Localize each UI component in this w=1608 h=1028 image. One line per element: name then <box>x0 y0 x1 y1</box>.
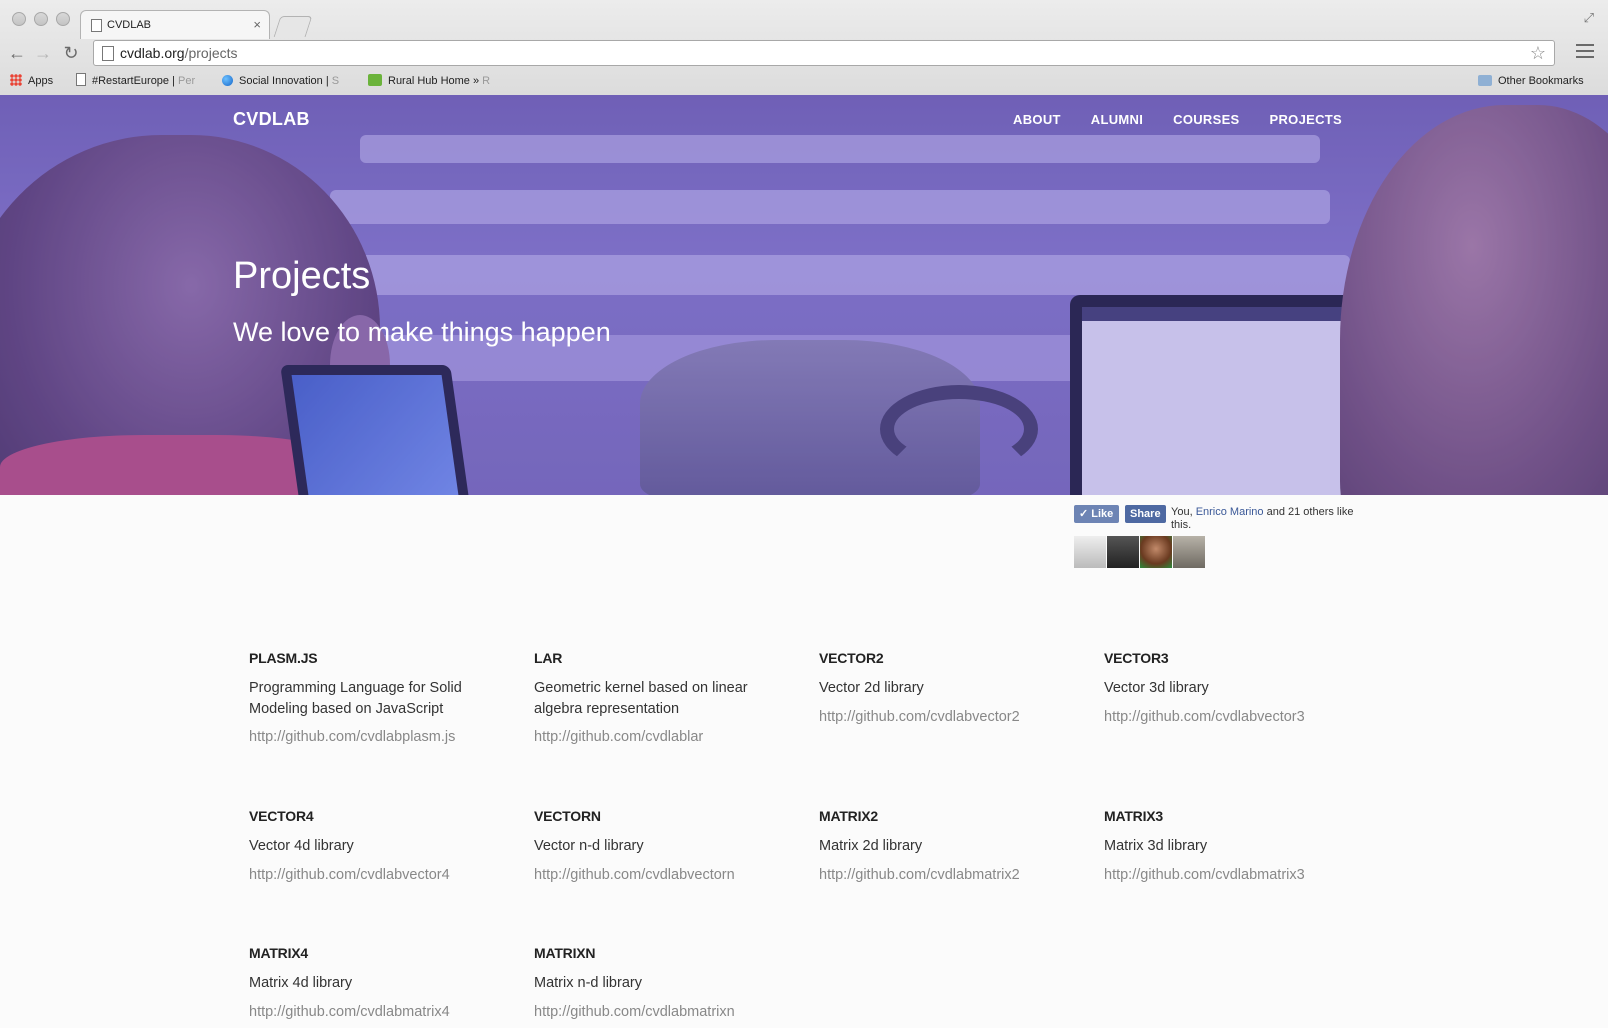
apps-grid-icon <box>10 74 22 86</box>
project-name: VECTORN <box>534 808 601 824</box>
window-controls <box>12 12 70 26</box>
url-host: cvdlab.org <box>120 45 185 61</box>
project-card: MATRIX2 Matrix 2d library http://github.… <box>819 808 1069 883</box>
menu-icon[interactable] <box>1576 44 1594 62</box>
fullscreen-icon[interactable]: ⤢ <box>1584 10 1594 26</box>
page-icon <box>76 73 86 86</box>
facebook-friend-faces <box>1074 536 1206 568</box>
project-card: PLASM.JS Programming Language for Solid … <box>249 650 499 745</box>
project-card: VECTOR4 Vector 4d library http://github.… <box>249 808 499 883</box>
project-link[interactable]: http://github.com/cvdlabmatrix4 <box>249 1004 499 1020</box>
minimize-window-button[interactable] <box>34 12 48 26</box>
url-path: /projects <box>184 45 238 61</box>
project-description: Matrix n-d library <box>534 975 642 991</box>
project-link[interactable]: http://github.com/cvdlabvector4 <box>249 867 499 883</box>
project-link[interactable]: http://github.com/cvdlabvector3 <box>1104 709 1354 725</box>
project-name: PLASM.JS <box>249 650 318 666</box>
facebook-share-button[interactable]: Share <box>1125 505 1166 523</box>
hero-banner: CVDLAB ABOUT ALUMNI COURSES PROJECTS Pro… <box>0 95 1608 495</box>
project-link[interactable]: http://github.com/cvdlabmatrix3 <box>1104 867 1354 883</box>
site-nav: ABOUT ALUMNI COURSES PROJECTS <box>1013 112 1342 127</box>
project-description: Vector n-d library <box>534 838 644 854</box>
folder-icon <box>1478 75 1492 86</box>
project-card: LAR Geometric kernel based on linear alg… <box>534 650 784 745</box>
bookmark-star-icon[interactable]: ☆ <box>1530 41 1546 65</box>
forward-arrow-icon[interactable]: → <box>32 40 54 66</box>
toolbar: ← → ↻ cvdlab.org/projects ☆ <box>0 40 1608 66</box>
project-name: LAR <box>534 650 563 666</box>
project-description: Geometric kernel based on linear algebra… <box>534 680 748 717</box>
new-tab-button[interactable] <box>273 16 313 37</box>
project-link[interactable]: http://github.com/cvdlabvectorn <box>534 867 784 883</box>
project-card: MATRIXN Matrix n-d library http://github… <box>534 945 784 1020</box>
bookmark-apps[interactable]: Apps <box>10 70 53 92</box>
project-description: Matrix 2d library <box>819 838 923 854</box>
facebook-like-text: You, Enrico Marino and 21 others like th… <box>1171 506 1354 531</box>
project-description: Matrix 3d library <box>1104 838 1208 854</box>
page-icon <box>91 19 102 32</box>
reload-icon[interactable]: ↻ <box>60 40 82 66</box>
project-card: MATRIX4 Matrix 4d library http://github.… <box>249 945 499 1020</box>
globe-icon <box>222 75 233 86</box>
close-tab-icon[interactable]: × <box>253 11 261 39</box>
close-window-button[interactable] <box>12 12 26 26</box>
bookmark-rural-hub[interactable]: Rural Hub Home » R <box>368 70 504 92</box>
avatar[interactable] <box>1173 536 1205 568</box>
project-name: VECTOR3 <box>1104 650 1169 666</box>
project-link[interactable]: http://github.com/cvdlablar <box>534 729 784 745</box>
rural-hub-icon <box>368 74 382 86</box>
nav-about[interactable]: ABOUT <box>1013 112 1061 127</box>
page-icon <box>102 46 114 61</box>
friend-link[interactable]: Enrico Marino <box>1196 506 1264 518</box>
project-description: Vector 2d library <box>819 680 924 696</box>
project-name: MATRIX4 <box>249 945 309 961</box>
nav-courses[interactable]: COURSES <box>1173 112 1239 127</box>
avatar[interactable] <box>1074 536 1106 568</box>
back-arrow-icon[interactable]: ← <box>6 40 28 66</box>
project-link[interactable]: http://github.com/cvdlabplasm.js <box>249 729 499 745</box>
project-description: Vector 3d library <box>1104 680 1209 696</box>
project-link[interactable]: http://github.com/cvdlabmatrixn <box>534 1004 784 1020</box>
project-link[interactable]: http://github.com/cvdlabvector2 <box>819 709 1069 725</box>
avatar[interactable] <box>1140 536 1172 568</box>
bookmark-restart-europe[interactable]: #RestartEurope | Per <box>76 70 206 92</box>
page-subtitle: We love to make things happen <box>233 317 611 347</box>
facebook-like-button[interactable]: ✓ Like <box>1074 505 1120 523</box>
zoom-window-button[interactable] <box>56 12 70 26</box>
project-description: Vector 4d library <box>249 838 354 854</box>
browser-tab[interactable]: CVDLAB × <box>80 10 270 39</box>
project-description: Programming Language for Solid Modeling … <box>249 680 462 717</box>
page-title: Projects <box>233 255 371 297</box>
avatar[interactable] <box>1107 536 1139 568</box>
project-card: VECTOR2 Vector 2d library http://github.… <box>819 650 1069 725</box>
nav-projects[interactable]: PROJECTS <box>1270 112 1342 127</box>
project-name: MATRIXN <box>534 945 596 961</box>
project-link[interactable]: http://github.com/cvdlabmatrix2 <box>819 867 1069 883</box>
project-card: MATRIX3 Matrix 3d library http://github.… <box>1104 808 1354 883</box>
project-card: VECTOR3 Vector 3d library http://github.… <box>1104 650 1354 725</box>
project-card: VECTORN Vector n-d library http://github… <box>534 808 784 883</box>
project-name: MATRIX3 <box>1104 808 1164 824</box>
project-name: VECTOR2 <box>819 650 884 666</box>
bookmarks-bar: Apps #RestartEurope | Per Social Innovat… <box>0 70 1608 92</box>
bookmark-other[interactable]: Other Bookmarks <box>1478 70 1584 92</box>
site-logo[interactable]: CVDLAB <box>233 109 310 130</box>
browser-chrome: CVDLAB × ⤢ ← → ↻ cvdlab.org/projects ☆ A… <box>0 0 1608 96</box>
project-name: VECTOR4 <box>249 808 314 824</box>
nav-alumni[interactable]: ALUMNI <box>1091 112 1143 127</box>
project-description: Matrix 4d library <box>249 975 353 991</box>
address-bar[interactable]: cvdlab.org/projects ☆ <box>93 40 1555 66</box>
bookmark-social-innovation[interactable]: Social Innovation | S <box>222 70 354 92</box>
tab-title: CVDLAB <box>107 19 152 31</box>
project-name: MATRIX2 <box>819 808 879 824</box>
